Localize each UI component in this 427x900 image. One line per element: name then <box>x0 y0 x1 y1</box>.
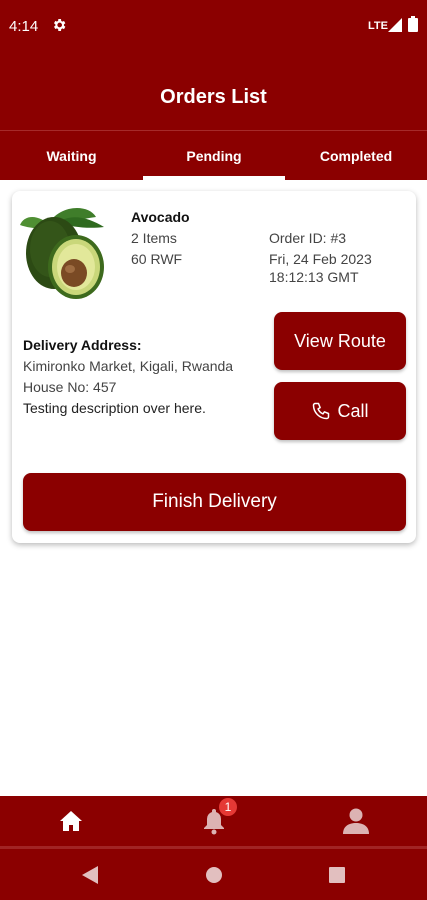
tab-pending[interactable]: Pending <box>143 131 285 180</box>
product-name: Avocado <box>131 209 190 225</box>
order-id: Order ID: #3 <box>269 230 347 246</box>
order-card: Avocado 2 Items 60 RWF Order ID: #3 Fri,… <box>12 191 416 543</box>
system-home-button[interactable] <box>184 849 244 900</box>
system-back-button[interactable] <box>60 849 120 900</box>
system-recents-button[interactable] <box>307 849 367 900</box>
order-date: Fri, 24 Feb 2023 <box>269 251 372 267</box>
app-header: Orders List <box>0 56 427 130</box>
phone-icon <box>313 402 330 420</box>
network-type: LTE <box>368 20 388 32</box>
bottom-nav <box>0 796 427 846</box>
page-title: Orders List <box>160 86 267 108</box>
house-number: House No: 457 <box>23 379 117 395</box>
call-label: Call <box>337 400 369 421</box>
signal-icon <box>388 18 402 32</box>
nav-profile[interactable] <box>285 796 427 846</box>
person-icon <box>343 808 369 834</box>
home-circle-icon <box>206 866 222 883</box>
order-time: 18:12:13 GMT <box>269 269 359 285</box>
view-route-button[interactable]: View Route <box>274 312 406 370</box>
tab-completed[interactable]: Completed <box>285 131 427 180</box>
product-price: 60 RWF <box>131 251 183 267</box>
gear-icon <box>54 19 66 31</box>
battery-icon <box>408 16 418 32</box>
delivery-address: Kimironko Market, Kigali, Rwanda <box>23 358 234 374</box>
finish-delivery-label: Finish Delivery <box>152 491 277 512</box>
finish-delivery-button[interactable]: Finish Delivery <box>23 473 406 531</box>
avocado-image <box>20 207 104 299</box>
recents-icon <box>329 866 345 883</box>
back-icon <box>82 865 98 884</box>
tab-indicator <box>143 176 285 180</box>
notification-badge: 1 <box>219 798 237 816</box>
call-button[interactable]: Call <box>274 382 406 440</box>
tab-bar: Waiting Pending Completed <box>0 131 427 180</box>
tab-waiting[interactable]: Waiting <box>0 131 143 180</box>
order-description: Testing description over here. <box>23 400 206 416</box>
status-time: 4:14 <box>9 18 39 35</box>
view-route-label: View Route <box>294 330 386 351</box>
home-icon <box>60 811 82 831</box>
delivery-address-label: Delivery Address: <box>23 337 142 353</box>
nav-notifications[interactable] <box>142 796 285 846</box>
nav-home[interactable] <box>0 796 142 846</box>
status-bar: 4:14 LTE <box>0 0 427 56</box>
product-quantity: 2 Items <box>131 230 177 246</box>
